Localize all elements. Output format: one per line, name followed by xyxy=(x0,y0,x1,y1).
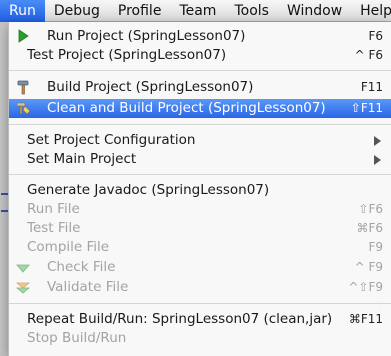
menu-item-shortcut: ⌘F11 xyxy=(348,312,383,326)
validate-file-icon xyxy=(15,279,31,295)
menu-item-shortcut: ⇧F11 xyxy=(350,101,383,115)
menu-item-run-project[interactable]: Run Project (SpringLesson07) F6 xyxy=(9,27,391,46)
menu-item-repeat-build-run[interactable]: Repeat Build/Run: SpringLesson07 (clean,… xyxy=(9,310,391,329)
menubar-team[interactable]: Team xyxy=(170,0,225,22)
menu-item-validate-file[interactable]: Validate File ^⇧F9 xyxy=(9,278,391,297)
menu-item-label: Set Main Project xyxy=(27,151,137,167)
menu-item-generate-javadoc[interactable]: Generate Javadoc (SpringLesson07) xyxy=(9,181,391,200)
background-link-mark xyxy=(1,210,8,212)
menu-item-run-file[interactable]: Run File ⇧F6 xyxy=(9,200,391,219)
menu-item-label: Validate File xyxy=(47,279,129,295)
build-hammer-icon xyxy=(15,79,31,95)
menu-item-clean-and-build[interactable]: Clean and Build Project (SpringLesson07)… xyxy=(9,99,391,118)
menu-item-check-file[interactable]: Check File ^ F9 xyxy=(9,258,391,277)
menu-separator xyxy=(9,70,391,71)
menu-item-build-project[interactable]: Build Project (SpringLesson07) F11 xyxy=(9,78,391,97)
clean-build-icon xyxy=(15,100,31,116)
menu-item-label: Repeat Build/Run: SpringLesson07 (clean,… xyxy=(27,311,333,327)
menubar-run[interactable]: Run xyxy=(0,0,45,22)
menu-item-test-file[interactable]: Test File ⌘F6 xyxy=(9,219,391,238)
menu-item-label: Stop Build/Run xyxy=(27,330,127,346)
submenu-arrow-icon xyxy=(374,155,381,165)
menubar-debug[interactable]: Debug xyxy=(45,0,109,22)
menu-item-label: Run File xyxy=(27,201,80,217)
menu-item-label: Run Project (SpringLesson07) xyxy=(47,28,246,44)
menu-separator xyxy=(9,124,391,125)
menu-item-label: Clean and Build Project (SpringLesson07) xyxy=(47,100,326,116)
menu-item-label: Compile File xyxy=(27,239,110,255)
menu-item-stop-build-run[interactable]: Stop Build/Run xyxy=(9,329,391,348)
menu-item-label: Set Project Configuration xyxy=(27,132,196,148)
menu-item-label: Test File xyxy=(27,220,81,236)
menu-item-label: Check File xyxy=(47,259,116,275)
menu-separator xyxy=(9,174,391,175)
menu-item-label: Build Project (SpringLesson07) xyxy=(47,79,254,95)
menu-item-shortcut: F9 xyxy=(368,240,383,254)
menu-item-shortcut: ⌘F6 xyxy=(356,221,383,235)
menu-item-shortcut: F11 xyxy=(360,80,383,94)
menu-item-set-project-configuration[interactable]: Set Project Configuration xyxy=(9,131,391,150)
run-menu: Run Project (SpringLesson07) F6 Test Pro… xyxy=(8,22,391,356)
menubar-help[interactable]: Help xyxy=(351,0,391,22)
menu-item-shortcut: ^⇧F9 xyxy=(348,280,383,294)
menu-item-compile-file[interactable]: Compile File F9 xyxy=(9,238,391,257)
menu-item-label: Test Project (SpringLesson07) xyxy=(27,47,227,63)
menu-item-shortcut: ^ F9 xyxy=(354,260,383,274)
menu-item-test-project[interactable]: Test Project (SpringLesson07) ^ F6 xyxy=(9,46,391,65)
menu-separator xyxy=(9,303,391,304)
menu-item-shortcut: ⇧F6 xyxy=(358,202,383,216)
menubar-profile[interactable]: Profile xyxy=(109,0,171,22)
submenu-arrow-icon xyxy=(374,136,381,146)
menubar-window[interactable]: Window xyxy=(278,0,351,22)
menubar-tools[interactable]: Tools xyxy=(225,0,278,22)
background-editor-gutter xyxy=(0,22,8,356)
menu-item-shortcut: F6 xyxy=(368,29,383,43)
background-link-mark xyxy=(1,193,8,195)
menu-item-label: Generate Javadoc (SpringLesson07) xyxy=(27,182,270,198)
menu-bar: Run Debug Profile Team Tools Window Help xyxy=(0,0,391,22)
run-play-icon xyxy=(15,28,31,44)
check-file-icon xyxy=(15,259,31,275)
menu-item-set-main-project[interactable]: Set Main Project xyxy=(9,150,391,169)
menu-item-shortcut: ^ F6 xyxy=(354,48,383,62)
